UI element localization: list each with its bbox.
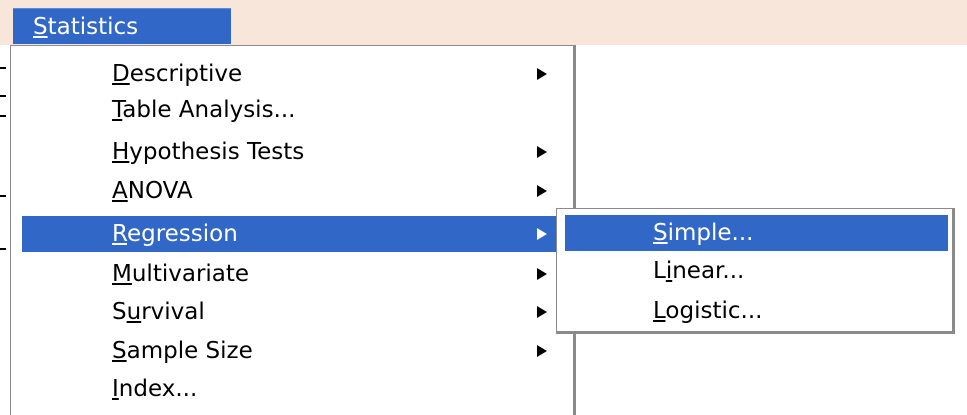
submenu-item-label: Linear... [653, 258, 745, 284]
left-tick [0, 248, 6, 250]
statistics-menu-label: Statistics [33, 14, 139, 40]
mnemonic-underline: M [112, 261, 132, 287]
menu-item-index[interactable]: Index... [22, 371, 563, 407]
menu-item-label: Hypothesis Tests [112, 139, 305, 165]
mnemonic-underline: A [112, 178, 128, 204]
submenu-item-label: Simple... [653, 220, 754, 246]
mnemonic-underline: u [126, 299, 142, 325]
mnemonic-underline: S [653, 220, 668, 246]
regression-submenu: Simple... Linear... Logistic... [556, 208, 955, 334]
submenu-arrow-icon [537, 345, 547, 357]
menu-item-survival[interactable]: Survival [22, 294, 563, 330]
menu-item-regression[interactable]: Regression [22, 216, 563, 252]
mnemonic-underline: S [112, 338, 127, 364]
menubar: Statistics [0, 0, 967, 45]
menu-item-label: Multivariate [112, 261, 250, 287]
submenu-item-simple[interactable]: Simple... [565, 215, 948, 251]
menu-item-label: Table Analysis... [112, 97, 296, 123]
mnemonic-underline: I [112, 376, 119, 402]
menu-item-label: Index... [112, 376, 198, 402]
submenu-arrow-icon [537, 146, 547, 158]
left-tick [0, 95, 6, 97]
menu-item-descriptive[interactable]: Descriptive [22, 56, 563, 92]
statistics-menu-title[interactable]: Statistics [13, 8, 231, 44]
mnemonic-underline: L [653, 298, 666, 324]
submenu-arrow-icon [537, 306, 547, 318]
submenu-item-linear[interactable]: Linear... [565, 253, 948, 289]
left-tick [0, 195, 6, 197]
menu-item-label: Sample Size [112, 338, 253, 364]
menu-item-label: ANOVA [112, 178, 193, 204]
mnemonic-underline: R [112, 221, 127, 247]
submenu-arrow-icon [537, 228, 547, 240]
submenu-arrow-icon [537, 68, 547, 80]
mnemonic-underline: i [665, 258, 673, 284]
menu-item-hypothesis-tests[interactable]: Hypothesis Tests [22, 134, 563, 170]
left-tick [0, 115, 6, 117]
menu-item-label: Regression [112, 221, 238, 247]
menu-item-anova[interactable]: ANOVA [22, 173, 563, 209]
mnemonic-underline: T [112, 97, 123, 123]
submenu-item-logistic[interactable]: Logistic... [565, 293, 948, 329]
submenu-item-label: Logistic... [653, 298, 763, 324]
menu-item-label: Survival [112, 299, 205, 325]
mnemonic-underline: S [33, 14, 48, 40]
menu-item-sample-size[interactable]: Sample Size [22, 333, 563, 369]
menu-item-label: Descriptive [112, 61, 243, 87]
submenu-arrow-icon [537, 268, 547, 280]
menu-item-multivariate[interactable]: Multivariate [22, 256, 563, 292]
mnemonic-underline: D [112, 61, 130, 87]
submenu-arrow-icon [537, 185, 547, 197]
mnemonic-underline: H [112, 139, 130, 165]
menu-item-table-analysis[interactable]: Table Analysis... [22, 92, 563, 128]
left-tick [0, 67, 6, 69]
statistics-dropdown-menu: Descriptive Table Analysis... Hypothesis T… [10, 45, 576, 415]
